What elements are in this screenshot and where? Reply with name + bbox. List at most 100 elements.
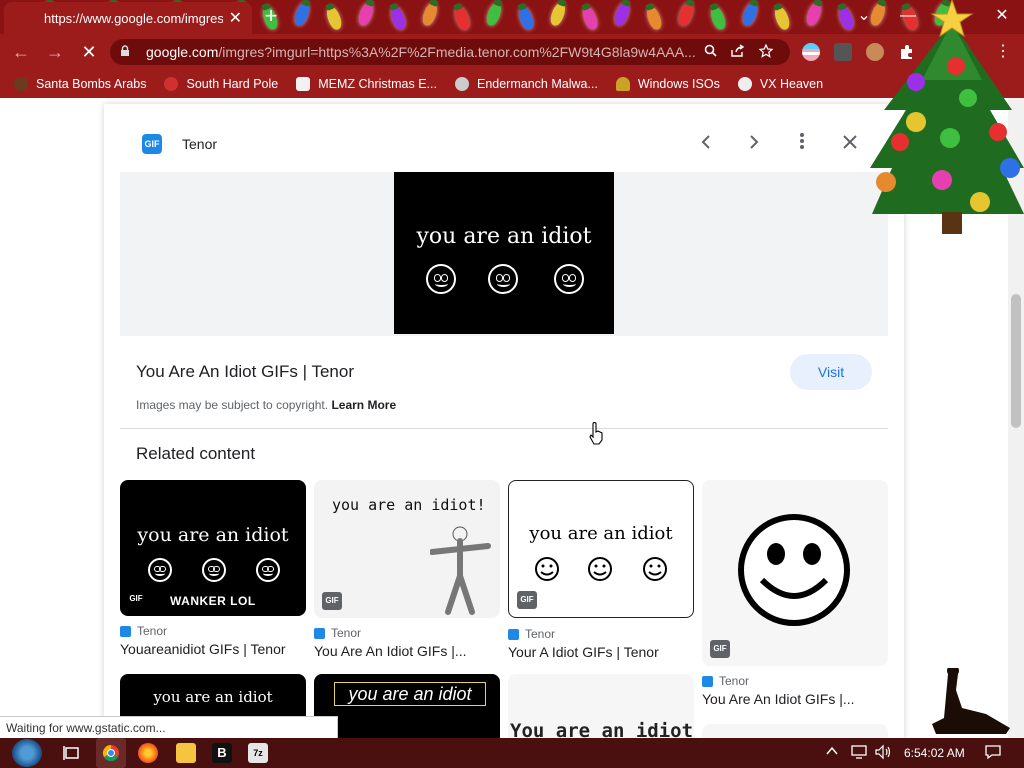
tray-overflow-icon[interactable] <box>826 744 838 761</box>
preview-image[interactable]: you are an idiot <box>394 172 614 334</box>
bookmark-label: South Hard Pole <box>186 77 279 91</box>
related-thumbnail[interactable]: you are an idiot GIF <box>508 480 694 618</box>
copyright-text: Images may be subject to copyright. <box>136 398 329 412</box>
dancing-figure-icon <box>430 526 491 615</box>
chrome-taskbar-button[interactable] <box>96 738 126 768</box>
source-name[interactable]: Tenor <box>182 136 217 152</box>
stop-loading-button[interactable]: ✕ <box>76 40 102 64</box>
light-bulb <box>740 0 760 28</box>
back-button[interactable]: ← <box>8 40 34 64</box>
system-clock[interactable]: 6:54:02 AM <box>904 738 965 768</box>
scrollbar-thumb[interactable] <box>1011 294 1021 428</box>
thumbnail-text: you are an idiot <box>137 524 289 546</box>
network-icon[interactable] <box>850 744 868 763</box>
bookmark-item[interactable]: VX Heaven <box>737 77 824 91</box>
christmas-tree-decoration <box>870 0 1024 234</box>
light-bulb <box>292 0 312 28</box>
hand-cursor-icon <box>589 422 603 445</box>
bookmark-item[interactable]: South Hard Pole <box>164 77 278 91</box>
status-bubble: Waiting for www.gstatic.com... <box>0 716 338 738</box>
bookmark-label: MEMZ Christmas E... <box>318 77 437 91</box>
light-bulb <box>420 0 440 28</box>
address-bar[interactable]: google.com/imgres?imgurl=https%3A%2F%2Fm… <box>110 39 790 65</box>
card-source: Tenor <box>120 624 167 638</box>
santa-icon <box>14 77 28 91</box>
next-image-icon[interactable] <box>742 132 766 156</box>
related-thumbnail[interactable]: GIF <box>702 480 888 666</box>
light-bulb <box>484 0 504 28</box>
gif-badge: GIF <box>129 594 143 603</box>
smiley-icon <box>488 264 518 294</box>
start-button[interactable] <box>12 739 42 767</box>
light-bulb <box>548 0 568 28</box>
preview-text: you are an idiot <box>416 224 592 249</box>
result-title[interactable]: You Are An Idiot GIFs | Tenor <box>136 362 354 382</box>
task-view-icon[interactable] <box>62 743 82 763</box>
bookmark-star-icon[interactable] <box>752 43 780 61</box>
url-path: /imgres?imgurl=https%3A%2F%2Fmedia.tenor… <box>218 44 696 60</box>
visit-button[interactable]: Visit <box>790 354 872 390</box>
light-bulb <box>612 0 632 28</box>
new-tab-button[interactable]: + <box>260 4 282 28</box>
card-source: Tenor <box>508 627 555 641</box>
thumbnail-caption: WANKER LOL <box>170 594 256 608</box>
firefox-icon[interactable] <box>138 743 158 763</box>
card-title[interactable]: Your A Idiot GIFs | Tenor <box>508 644 659 660</box>
bookmark-item[interactable]: Santa Bombs Arabs <box>14 77 146 91</box>
bookmark-label: Windows ISOs <box>637 77 720 91</box>
bookmark-item[interactable]: Windows ISOs <box>615 77 720 91</box>
extension-s-icon[interactable] <box>834 43 852 61</box>
smiley-icon <box>148 558 172 582</box>
bookmark-item[interactable]: Endermanch Malwa... <box>454 77 598 91</box>
related-card[interactable]: you are an idiot WANKER LOL GIF Tenor Yo… <box>120 480 306 670</box>
related-card[interactable]: you are an idiot GIF Tenor Your A Idiot … <box>508 480 694 670</box>
card-title[interactable]: You Are An Idiot GIFs |... <box>702 691 855 707</box>
thumbnail-text: you are an idiot <box>529 523 673 544</box>
bookmark-label: VX Heaven <box>759 77 824 91</box>
related-thumbnail[interactable]: you are an idiot <box>314 674 500 744</box>
smiley-icon <box>256 558 280 582</box>
forward-button[interactable]: → <box>42 40 68 64</box>
7zip-icon[interactable]: 7z <box>248 743 268 763</box>
smiley-row-icon <box>535 557 667 581</box>
close-panel-icon[interactable] <box>838 132 862 156</box>
card-title[interactable]: You Are An Idiot GIFs |... <box>314 643 467 659</box>
page-icon <box>296 77 311 91</box>
share-icon[interactable] <box>724 44 752 60</box>
related-card[interactable]: GIF Tenor You Are An Idiot GIFs |... <box>702 480 888 710</box>
preview-background: you are an idiot <box>120 172 888 336</box>
card-title[interactable]: Youareanidiot GIFs | Tenor <box>120 641 286 657</box>
divider <box>120 428 888 429</box>
search-icon[interactable] <box>696 44 724 60</box>
related-thumbnail[interactable]: you are an idiot WANKER LOL GIF <box>120 480 306 616</box>
card-source-name: Tenor <box>137 624 168 638</box>
light-bulb <box>644 4 664 32</box>
file-explorer-icon[interactable] <box>176 743 196 763</box>
tab-active[interactable]: https://www.google.com/imgres ✕ <box>4 2 252 34</box>
related-thumbnail[interactable]: you are an idiot! GIF <box>314 480 500 618</box>
volume-icon[interactable] <box>874 744 892 763</box>
thumbnail-text: you are an idiot <box>153 688 273 706</box>
gif-badge: GIF <box>322 592 342 610</box>
more-options-icon[interactable] <box>790 132 814 156</box>
card-source-name: Tenor <box>525 627 556 641</box>
learn-more-link[interactable]: Learn More <box>331 398 396 412</box>
tenor-gif-logo[interactable]: GIF <box>142 134 162 154</box>
windows-taskbar: B 7z 6:54:02 AM <box>0 738 1024 768</box>
gif-badge: GIF <box>517 591 537 609</box>
notifications-icon[interactable] <box>984 744 1002 763</box>
extension-flag-icon[interactable] <box>802 43 820 61</box>
panel-header: GIF Tenor <box>142 134 217 154</box>
related-thumbnail[interactable]: You are an idiot <box>508 674 694 744</box>
prev-image-icon[interactable] <box>694 132 718 156</box>
tab-close-icon[interactable]: ✕ <box>229 8 242 28</box>
bookmark-item[interactable]: MEMZ Christmas E... <box>296 77 437 91</box>
related-card[interactable]: you are an idiot! GIF Tenor You Are An I… <box>314 480 500 670</box>
thumbnail-text: you are an idiot! <box>332 496 486 514</box>
smiley-icon <box>202 558 226 582</box>
light-bulb <box>580 4 600 32</box>
thumbnail-text: you are an idiot <box>334 682 486 706</box>
app-b-icon[interactable]: B <box>212 743 232 763</box>
lock-icon[interactable] <box>120 44 136 60</box>
light-bulb <box>772 4 792 32</box>
